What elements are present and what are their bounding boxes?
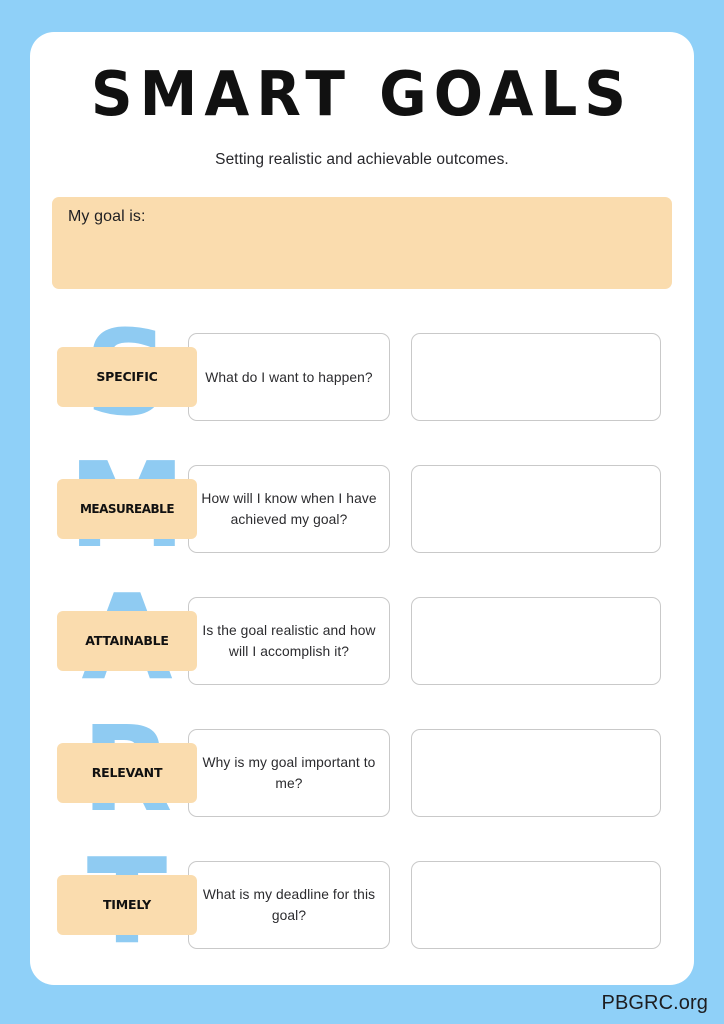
question-box-timely: What is my deadline for this goal? bbox=[188, 861, 390, 949]
badge-cluster-timely: T TIMELY bbox=[57, 833, 197, 969]
smart-row-measureable: M MEASUREABLE How will I know when I hav… bbox=[30, 437, 694, 573]
worksheet-page: SMART GOALS Setting realistic and achiev… bbox=[0, 0, 724, 1024]
question-text-specific: What do I want to happen? bbox=[205, 369, 373, 385]
answer-box-attainable[interactable] bbox=[411, 597, 661, 685]
smart-row-attainable: A ATTAINABLE Is the goal realistic and h… bbox=[30, 569, 694, 705]
badge-label-timely: TIMELY bbox=[102, 897, 152, 912]
badge-cluster-attainable: A ATTAINABLE bbox=[57, 569, 197, 705]
badge-label-specific: SPECIFIC bbox=[96, 369, 158, 384]
my-goal-label: My goal is: bbox=[68, 208, 146, 225]
question-box-relevant: Why is my goal important to me? bbox=[188, 729, 390, 817]
answer-box-timely[interactable] bbox=[411, 861, 661, 949]
smart-row-timely: T TIMELY What is my deadline for this go… bbox=[30, 833, 694, 969]
smart-row-relevant: R RELEVANT Why is my goal important to m… bbox=[30, 701, 694, 837]
question-text-timely: What is my deadline for this goal? bbox=[202, 887, 376, 923]
smart-row-specific: S SPECIFIC What do I want to happen? bbox=[30, 305, 694, 441]
page-title: SMART GOALS bbox=[90, 57, 634, 130]
badge-label-relevant: RELEVANT bbox=[91, 765, 163, 780]
badge-cluster-specific: S SPECIFIC bbox=[57, 305, 197, 441]
badge-cluster-measureable: M MEASUREABLE bbox=[57, 437, 197, 573]
badge-label-measureable: MEASUREABLE bbox=[79, 502, 175, 516]
site-watermark: PBGRC.org bbox=[601, 992, 708, 1014]
question-text-attainable: Is the goal realistic and how will I acc… bbox=[202, 623, 376, 659]
badge-cluster-relevant: R RELEVANT bbox=[57, 701, 197, 837]
answer-box-relevant[interactable] bbox=[411, 729, 661, 817]
question-box-specific: What do I want to happen? bbox=[188, 333, 390, 421]
page-subtitle: Setting realistic and achievable outcome… bbox=[215, 151, 509, 168]
my-goal-input[interactable] bbox=[68, 233, 656, 279]
answer-box-measureable[interactable] bbox=[411, 465, 661, 553]
worksheet-card: SMART GOALS Setting realistic and achiev… bbox=[30, 32, 694, 985]
question-box-attainable: Is the goal realistic and how will I acc… bbox=[188, 597, 390, 685]
question-text-measureable: How will I know when I have achieved my … bbox=[201, 491, 377, 527]
badge-label-attainable: ATTAINABLE bbox=[85, 633, 169, 648]
answer-box-specific[interactable] bbox=[411, 333, 661, 421]
question-box-measureable: How will I know when I have achieved my … bbox=[188, 465, 390, 553]
question-text-relevant: Why is my goal important to me? bbox=[202, 755, 376, 791]
my-goal-banner[interactable]: My goal is: bbox=[52, 197, 672, 289]
